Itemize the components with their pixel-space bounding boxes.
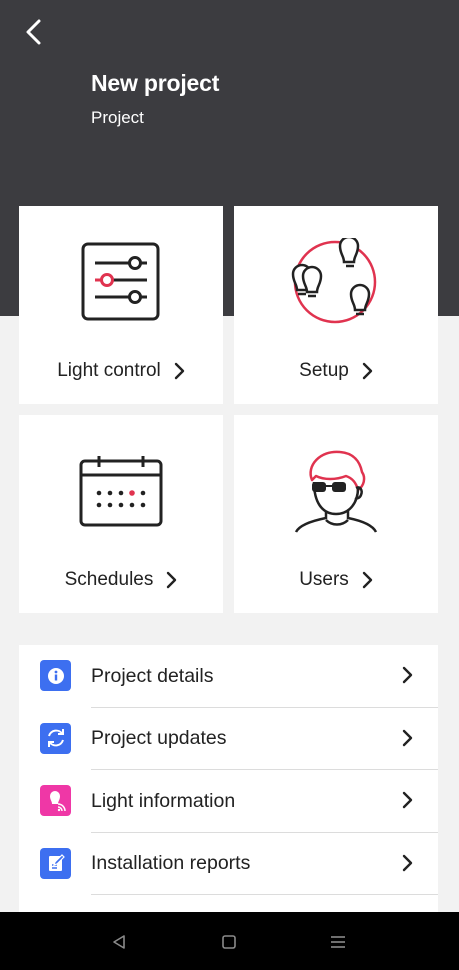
list-item-project-details[interactable]: Project details	[19, 645, 438, 708]
list-item-label: Light information	[91, 789, 236, 812]
page-title: New project	[91, 70, 220, 96]
card-users[interactable]: Users	[234, 415, 438, 613]
system-navigation-bar	[0, 912, 459, 970]
list-item-project-updates[interactable]: Project updates	[19, 708, 438, 770]
bulbs-setup-icon	[234, 238, 438, 324]
list-item-light-information[interactable]: Light information	[19, 770, 438, 833]
card-label: Users	[299, 569, 349, 590]
bulb-signal-icon	[40, 785, 71, 816]
nav-back-button[interactable]	[107, 930, 131, 954]
page-subtitle: Project	[91, 108, 144, 127]
user-avatar-icon	[234, 448, 438, 534]
project-menu-list: Project details Project updates Light in…	[19, 645, 438, 912]
report-edit-icon	[40, 847, 71, 879]
list-item-label: Project updates	[91, 727, 227, 750]
card-light-control[interactable]: Light control	[19, 206, 223, 404]
chevron-right-icon	[362, 571, 373, 589]
card-label: Schedules	[64, 569, 154, 590]
nav-home-button[interactable]	[217, 930, 241, 954]
card-setup[interactable]: Setup	[234, 206, 438, 404]
card-label: Setup	[299, 360, 349, 381]
back-button[interactable]	[16, 14, 52, 50]
list-item-label: Installation reports	[91, 852, 251, 875]
chevron-right-icon	[402, 729, 413, 746]
chevron-right-icon	[402, 666, 413, 684]
nav-home-icon	[222, 935, 236, 949]
card-schedules[interactable]: Schedules	[19, 415, 223, 613]
sliders-icon	[19, 242, 223, 322]
chevron-right-icon	[402, 854, 413, 871]
refresh-icon	[40, 722, 71, 754]
nav-recents-button[interactable]	[326, 930, 350, 954]
chevron-right-icon	[402, 791, 413, 809]
nav-back-icon	[113, 935, 125, 949]
chevron-right-icon	[174, 362, 184, 380]
calendar-icon	[19, 455, 223, 529]
nav-recents-icon	[331, 936, 345, 948]
divider	[91, 894, 438, 895]
card-label: Light control	[57, 360, 161, 381]
chevron-right-icon	[362, 362, 373, 380]
info-icon	[40, 660, 71, 691]
back-arrow-icon	[26, 19, 41, 45]
list-item-installation-reports[interactable]: Installation reports	[19, 833, 438, 895]
chevron-right-icon	[167, 571, 177, 589]
list-item-label: Project details	[91, 664, 214, 687]
